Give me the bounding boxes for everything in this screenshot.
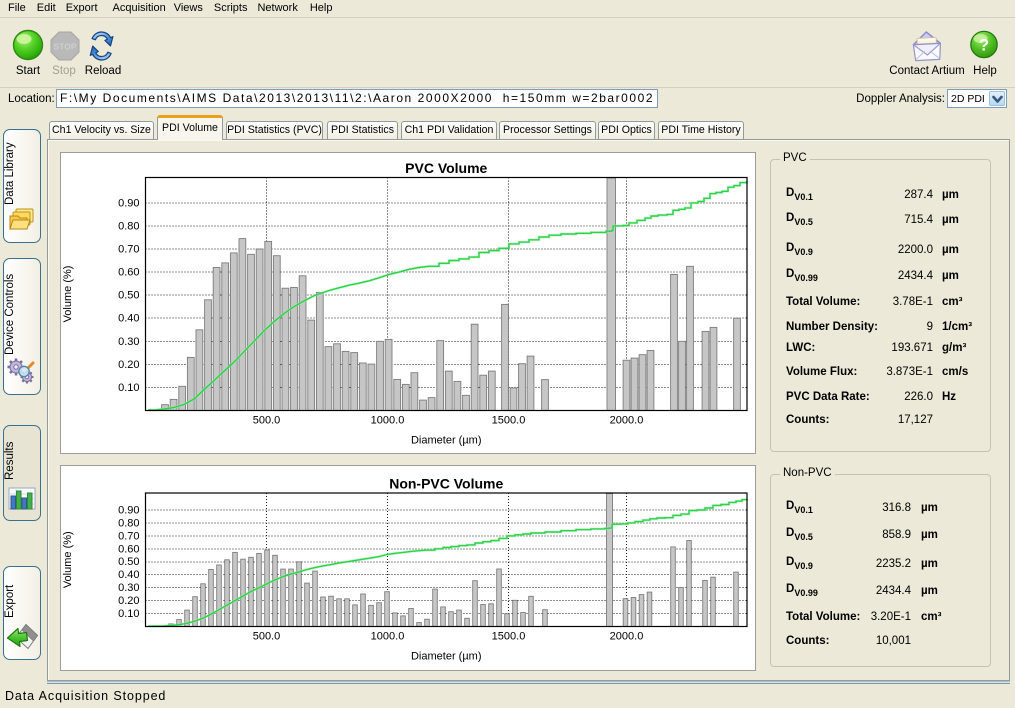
svg-text:0.50: 0.50 — [118, 556, 139, 568]
svg-text:0.50: 0.50 — [118, 290, 139, 302]
svg-text:Volume (%): Volume (%) — [62, 266, 74, 323]
svg-text:0.80: 0.80 — [118, 517, 139, 529]
svg-text:Non-PVC Volume: Non-PVC Volume — [389, 476, 503, 492]
svg-text:1500.0: 1500.0 — [492, 631, 526, 643]
svg-text:0.80: 0.80 — [118, 220, 139, 232]
svg-text:0.70: 0.70 — [118, 244, 139, 256]
svg-text:0.70: 0.70 — [118, 530, 139, 542]
svg-text:0.30: 0.30 — [118, 336, 139, 348]
svg-text:Diameter (µm): Diameter (µm) — [411, 651, 482, 663]
svg-text:Volume (%): Volume (%) — [62, 531, 74, 588]
svg-text:0.90: 0.90 — [118, 197, 139, 209]
svg-text:1000.0: 1000.0 — [371, 631, 405, 643]
svg-text:0.90: 0.90 — [118, 505, 139, 517]
svg-text:0.30: 0.30 — [118, 582, 139, 594]
svg-text:0.20: 0.20 — [118, 359, 139, 371]
svg-text:2000.0: 2000.0 — [610, 631, 644, 643]
svg-text:1500.0: 1500.0 — [492, 415, 526, 427]
svg-text:STOP: STOP — [54, 42, 77, 52]
svg-text:1000.0: 1000.0 — [371, 415, 405, 427]
svg-text:500.0: 500.0 — [253, 415, 281, 427]
svg-text:0.10: 0.10 — [118, 608, 139, 620]
svg-text:PVC Volume: PVC Volume — [405, 160, 487, 176]
svg-text:?: ? — [979, 37, 989, 55]
svg-text:0.40: 0.40 — [118, 313, 139, 325]
svg-text:0.40: 0.40 — [118, 569, 139, 581]
svg-text:500.0: 500.0 — [253, 631, 281, 643]
svg-text:0.10: 0.10 — [118, 382, 139, 394]
svg-text:0.20: 0.20 — [118, 595, 139, 607]
svg-text:0.60: 0.60 — [118, 543, 139, 555]
svg-text:2000.0: 2000.0 — [610, 415, 644, 427]
svg-text:Diameter (µm): Diameter (µm) — [411, 435, 482, 447]
svg-text:0.60: 0.60 — [118, 267, 139, 279]
